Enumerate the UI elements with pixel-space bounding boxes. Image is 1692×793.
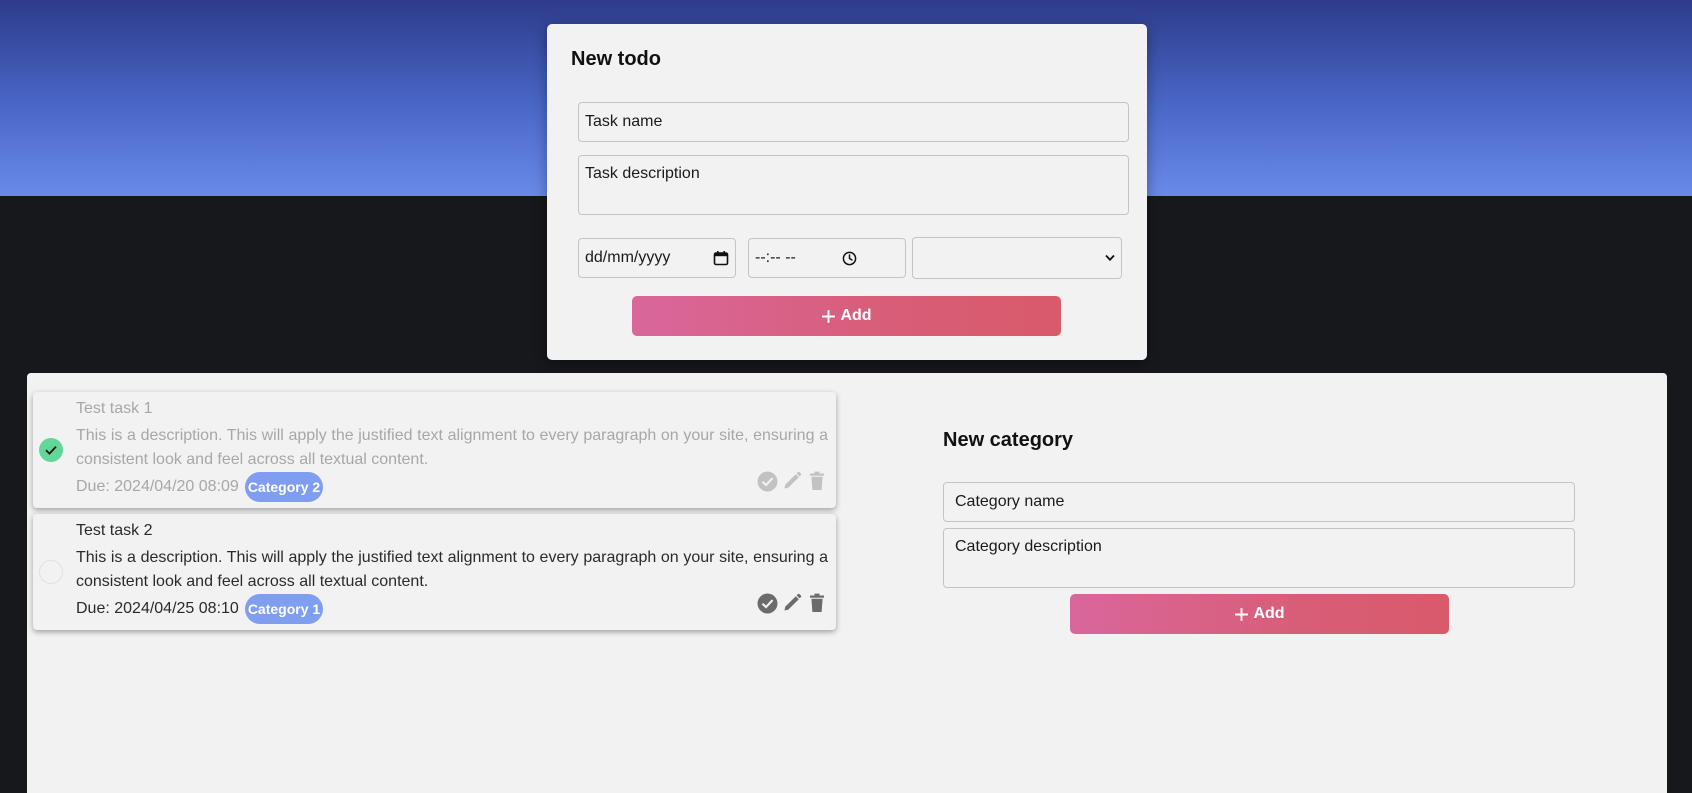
trash-icon[interactable] [806,470,828,492]
new-todo-card: New todo Task name Task description dd/m… [547,24,1147,360]
due-date-input[interactable]: dd/mm/yyyy [578,238,736,278]
pencil-icon[interactable] [781,592,803,614]
task-complete-toggle[interactable] [39,560,63,584]
category-description-placeholder: Category description [955,538,1102,555]
new-category-title: New category [943,429,1074,451]
category-badge: Category 2 [244,472,324,502]
task-title: Test task 2 [76,522,153,539]
time-placeholder: --:-- -- [755,249,796,266]
add-category-label: Add [1253,605,1285,622]
add-todo-label: Add [840,307,872,324]
task-due-date: Due: 2024/04/25 08:10 [76,600,239,617]
check-circle-icon[interactable] [756,470,778,492]
category-name-placeholder: Category name [955,493,1065,510]
task-meta: Due: 2024/04/20 08:09 Category 2 [76,472,324,502]
task-description: This is a description. This will apply t… [76,427,828,468]
new-todo-title: New todo [571,48,661,70]
task-item: Test task 1 This is a description. This … [33,392,836,508]
task-description: This is a description. This will apply t… [76,549,828,590]
due-time-input[interactable]: --:-- -- [748,238,906,278]
plus-icon [821,309,836,324]
chevron-down-icon [1105,254,1115,262]
plus-icon [1234,607,1249,622]
pencil-icon[interactable] [781,470,803,492]
calendar-icon[interactable] [713,250,729,266]
category-description-input[interactable]: Category description [943,528,1575,588]
clock-icon[interactable] [842,251,857,266]
check-icon [44,443,58,457]
trash-icon[interactable] [806,592,828,614]
task-due-date: Due: 2024/04/20 08:09 [76,478,239,495]
task-description-placeholder: Task description [585,165,700,182]
category-name-input[interactable]: Category name [943,482,1575,522]
category-badge: Category 1 [244,594,324,624]
task-actions [756,470,828,492]
task-description-input[interactable]: Task description [578,155,1129,215]
check-circle-icon[interactable] [756,592,778,614]
add-todo-button[interactable]: Add [632,296,1061,336]
category-select[interactable] [912,237,1122,279]
task-actions [756,592,828,614]
task-title: Test task 1 [76,400,153,417]
task-complete-toggle[interactable] [39,438,63,462]
task-name-input[interactable]: Task name [578,102,1129,142]
date-placeholder: dd/mm/yyyy [585,249,671,266]
task-meta: Due: 2024/04/25 08:10 Category 1 [76,594,324,624]
add-category-button[interactable]: Add [1070,594,1449,634]
task-item: Test task 2 This is a description. This … [33,514,836,630]
task-name-placeholder: Task name [585,113,663,130]
